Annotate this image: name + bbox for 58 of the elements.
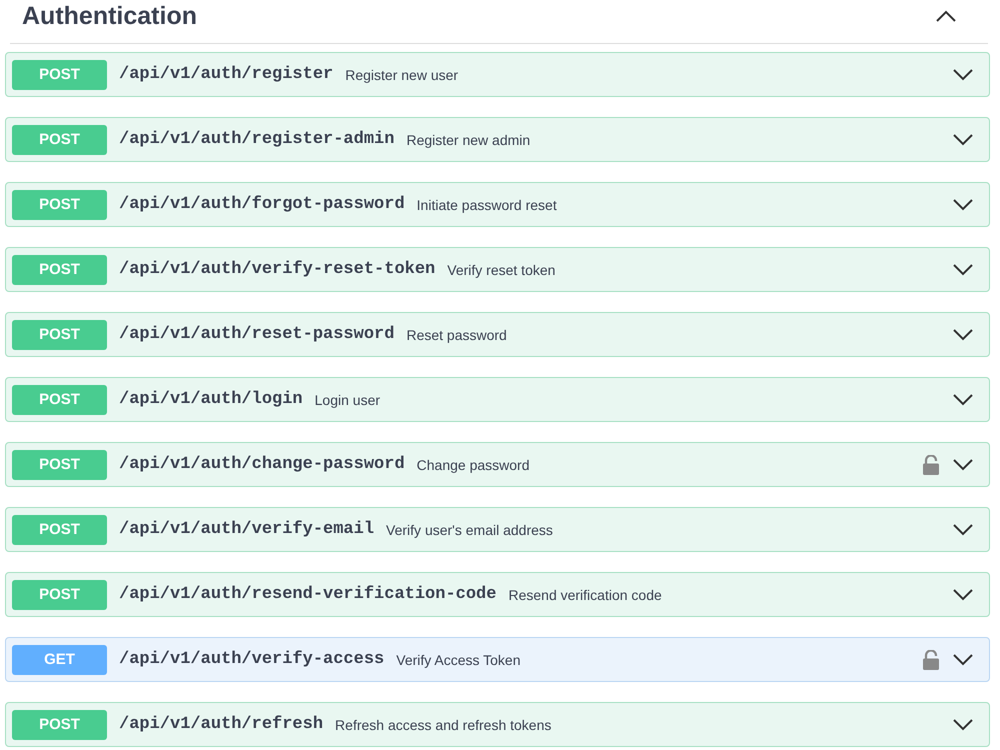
- method-badge: POST: [12, 254, 107, 284]
- endpoint-summary: Change password: [416, 456, 530, 472]
- chevron-down-icon[interactable]: [953, 458, 973, 470]
- endpoint-path: /api/v1/auth/refresh: [119, 715, 324, 734]
- endpoint-summary: Reset password: [406, 326, 507, 342]
- endpoint-row[interactable]: POST /api/v1/auth/resend-verification-code Resend verification code: [5, 572, 990, 617]
- endpoint-row[interactable]: POST /api/v1/auth/verify-reset-token Verify reset token: [5, 247, 990, 292]
- method-badge: POST: [12, 124, 107, 154]
- endpoint-path: /api/v1/auth/resend-verification-code: [119, 585, 496, 604]
- method-badge: POST: [12, 60, 107, 90]
- endpoint-summary: Refresh access and refresh tokens: [335, 716, 552, 732]
- method-badge: POST: [12, 450, 107, 480]
- method-badge: POST: [12, 710, 107, 740]
- chevron-down-icon[interactable]: [953, 198, 973, 210]
- endpoint-row[interactable]: POST /api/v1/auth/refresh Refresh access and refresh tokens: [5, 702, 990, 747]
- endpoint-path: /api/v1/auth/forgot-password: [119, 195, 405, 214]
- endpoint-row[interactable]: POST /api/v1/auth/change-password Change password: [5, 442, 990, 487]
- endpoint-row[interactable]: POST /api/v1/auth/reset-password Reset password: [5, 312, 990, 357]
- section-title: Authentication: [22, 0, 197, 30]
- endpoint-path: /api/v1/auth/change-password: [119, 455, 405, 474]
- padlock-icon[interactable]: [923, 650, 939, 670]
- endpoint-path: /api/v1/auth/verify-email: [119, 520, 374, 539]
- endpoint-row[interactable]: POST /api/v1/auth/register-admin Register new admin: [5, 117, 990, 162]
- endpoint-path: /api/v1/auth/verify-access: [119, 650, 384, 669]
- endpoint-path: /api/v1/auth/login: [119, 390, 303, 409]
- method-badge: POST: [12, 384, 107, 414]
- chevron-down-icon[interactable]: [953, 264, 973, 276]
- chevron-down-icon[interactable]: [953, 718, 973, 730]
- chevron-down-icon[interactable]: [953, 588, 973, 600]
- method-badge: POST: [12, 580, 107, 610]
- endpoint-row[interactable]: POST /api/v1/auth/forgot-password Initiate password reset: [5, 182, 990, 227]
- endpoint-summary: Register new admin: [406, 132, 530, 148]
- endpoint-summary: Verify user's email address: [386, 522, 553, 538]
- method-badge: GET: [12, 644, 107, 674]
- endpoint-path: /api/v1/auth/reset-password: [119, 325, 394, 344]
- chevron-down-icon[interactable]: [953, 524, 973, 536]
- endpoint-row[interactable]: POST /api/v1/auth/login Login user: [5, 377, 990, 422]
- method-badge: POST: [12, 190, 107, 220]
- endpoint-summary: Register new user: [345, 66, 458, 82]
- endpoint-summary: Initiate password reset: [416, 196, 557, 212]
- method-badge: POST: [12, 514, 107, 544]
- endpoint-summary: Login user: [314, 392, 380, 408]
- padlock-icon[interactable]: [923, 454, 939, 474]
- endpoint-summary: Verify reset token: [447, 262, 556, 278]
- endpoint-path: /api/v1/auth/register-admin: [119, 130, 394, 149]
- endpoint-path: /api/v1/auth/verify-reset-token: [119, 260, 436, 279]
- endpoint-summary: Verify Access Token: [396, 652, 520, 668]
- chevron-down-icon[interactable]: [953, 394, 973, 406]
- endpoint-row[interactable]: POST /api/v1/auth/register Register new user: [5, 52, 990, 97]
- method-badge: POST: [12, 320, 107, 350]
- chevron-down-icon[interactable]: [953, 134, 973, 146]
- chevron-down-icon[interactable]: [953, 328, 973, 340]
- endpoint-row[interactable]: POST /api/v1/auth/verify-email Verify user's email address: [5, 507, 990, 552]
- caret-icon[interactable]: [936, 10, 956, 22]
- chevron-down-icon[interactable]: [953, 68, 973, 80]
- chevron-down-icon[interactable]: [953, 654, 973, 666]
- endpoint-summary: Resend verification code: [508, 586, 662, 602]
- endpoint-path: /api/v1/auth/register: [119, 65, 334, 84]
